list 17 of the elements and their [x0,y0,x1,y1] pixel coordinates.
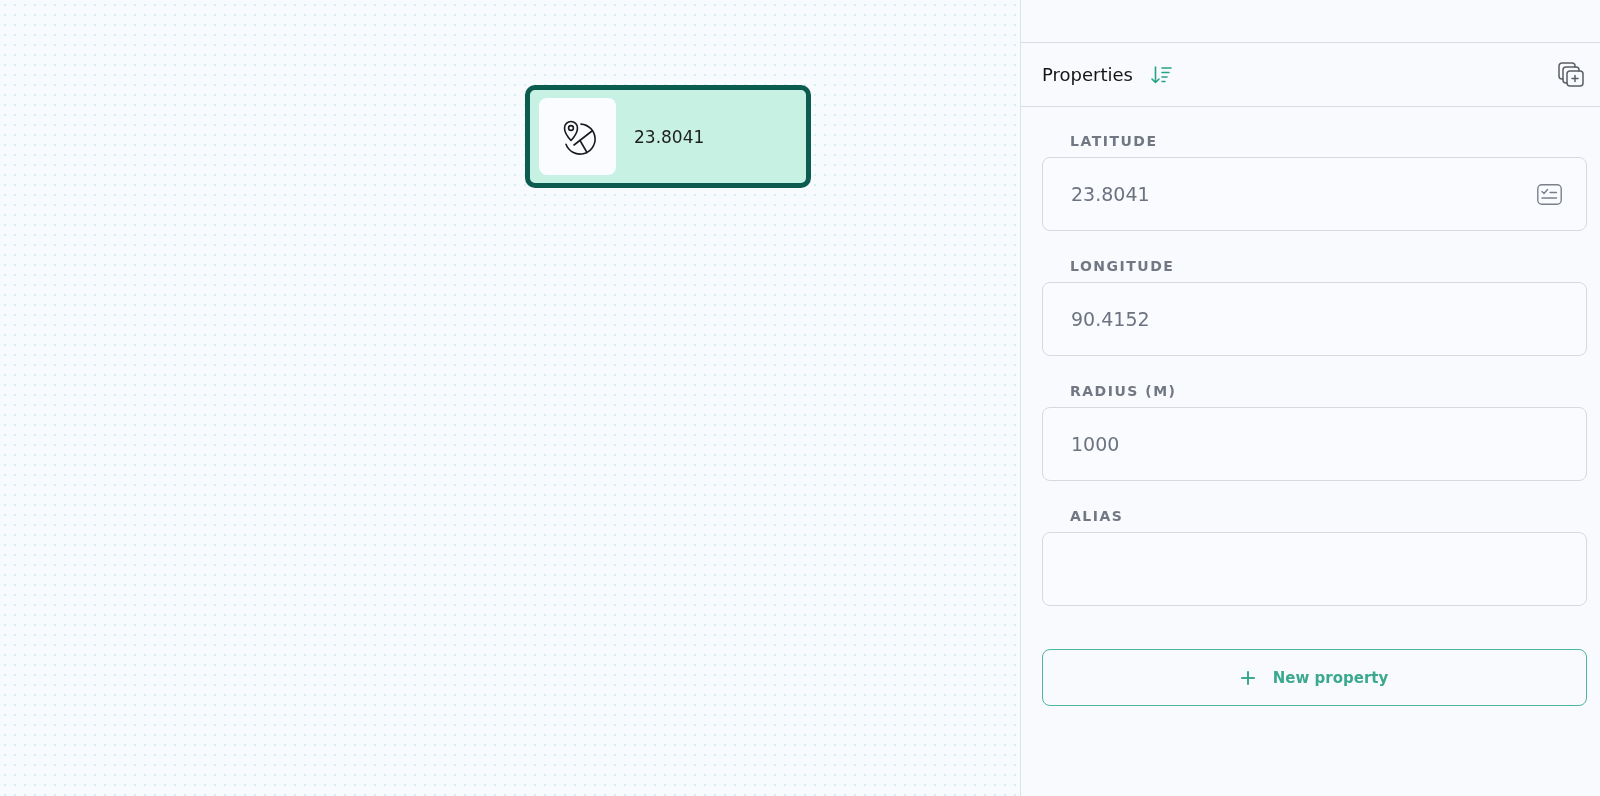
add-copy-icon[interactable] [1558,62,1584,87]
field-label: RADIUS (M) [1069,382,1177,400]
node-label: 23.8041 [634,126,705,147]
field-label: ALIAS [1069,507,1124,525]
text-field[interactable]: 23.8041 [1042,157,1587,231]
field-label: LONGITUDE [1069,257,1175,275]
plus-icon [1240,670,1255,685]
checklist-icon[interactable] [1537,183,1562,205]
panel-title: Properties [1042,64,1133,85]
field-label: LATITUDE [1069,132,1158,150]
map-pin-icon [539,98,616,175]
text-field[interactable] [1042,532,1587,606]
new-property-button[interactable]: New property [1042,649,1587,706]
sort-icon[interactable] [1150,65,1172,84]
text-field[interactable]: 90.4152 [1042,282,1587,356]
text-field[interactable]: 1000 [1042,407,1587,481]
map-node[interactable]: 23.8041 [525,85,811,188]
